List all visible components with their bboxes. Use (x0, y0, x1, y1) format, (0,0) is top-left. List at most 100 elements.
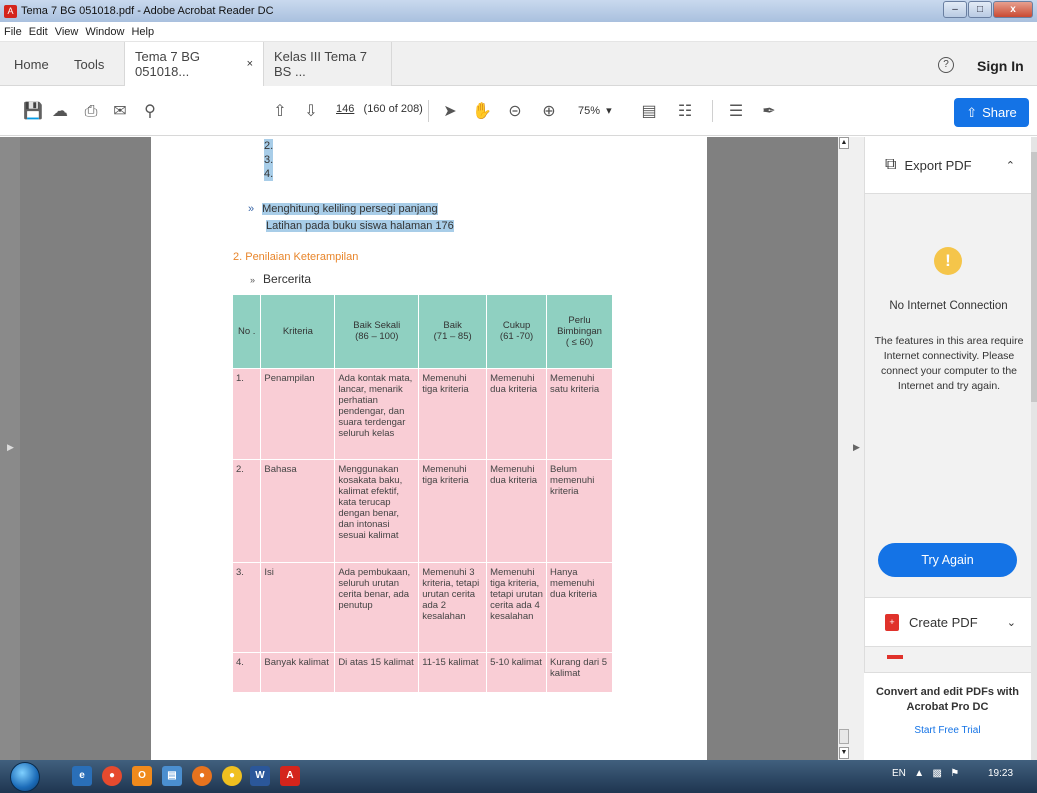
save-icon[interactable]: 💾 (23, 103, 43, 121)
zoom-in-icon[interactable]: ⊕ (540, 103, 558, 121)
table-cell: 2. (233, 458, 262, 562)
pane-scroll-thumb[interactable] (1031, 152, 1037, 402)
sign-in-link[interactable]: Sign In (977, 58, 1024, 74)
menu-help[interactable]: Help (131, 26, 154, 38)
left-panel-toggle[interactable]: ▶ (0, 137, 20, 760)
comment-icon[interactable]: ☰ (727, 103, 745, 121)
start-button[interactable] (10, 762, 40, 792)
page-indicator[interactable]: 146 (160 of 208) (336, 103, 423, 115)
menu-view[interactable]: View (55, 26, 79, 38)
email-icon[interactable]: ✉ (111, 103, 129, 121)
search-icon[interactable]: ⚲ (141, 103, 159, 121)
export-pdf-header[interactable]: ⧉ Export PDF ⌃ (865, 137, 1031, 194)
scroll-thumb[interactable] (839, 729, 849, 744)
tab-home[interactable]: Home (14, 42, 49, 86)
next-tool-icon (887, 655, 903, 659)
action-center-flag-icon[interactable]: ⚑ (950, 768, 959, 779)
menu-edit[interactable]: Edit (29, 26, 48, 38)
create-pdf-label: Create PDF (909, 614, 978, 630)
tab-tools[interactable]: Tools (74, 42, 104, 86)
table-cell: Di atas 15 kalimat (334, 651, 420, 692)
table-header: No . (233, 295, 262, 368)
window-title: Tema 7 BG 051018.pdf - Adobe Acrobat Rea… (21, 5, 274, 17)
pane-scrollbar[interactable] (1031, 137, 1037, 760)
acrobat-pro-promo: Convert and edit PDFs with Acrobat Pro D… (864, 672, 1031, 760)
previous-page-icon[interactable]: ⇧ (271, 103, 289, 121)
zoom-select[interactable]: 75% ▾ (578, 104, 612, 117)
table-row: 1. Penampilan Ada kontak mata, lancar, m… (233, 367, 613, 459)
bullet-text: Latihan pada buku siswa halaman 176 (266, 220, 454, 232)
start-free-trial-link[interactable]: Start Free Trial (864, 725, 1031, 736)
print-icon[interactable]: ⎙ (82, 103, 100, 121)
acrobat-taskbar-icon[interactable]: A (280, 766, 300, 786)
bullet-icon: » (248, 203, 255, 215)
right-panel-toggle[interactable]: ▶ (850, 137, 864, 760)
no-internet-heading: No Internet Connection (889, 300, 1008, 312)
show-hidden-icons-icon[interactable]: ▲ (914, 768, 924, 779)
sub-heading-text: Bercerita (263, 272, 312, 286)
tab-document-1-label: Tema 7 BG 051018... (135, 49, 201, 79)
table-row: 4. Banyak kalimat Di atas 15 kalimat 11-… (233, 651, 613, 692)
minimize-button[interactable]: – (943, 1, 967, 18)
table-cell: Memenuhi dua kriteria (486, 458, 548, 562)
close-tab-icon[interactable]: × (247, 58, 253, 70)
language-indicator[interactable]: EN (892, 768, 906, 779)
chevron-up-icon[interactable]: ⌃ (1006, 159, 1015, 172)
menu-file[interactable]: File (4, 26, 22, 38)
table-header: Baik (71 – 85) (418, 295, 488, 368)
hand-tool-icon[interactable]: ✋ (472, 103, 492, 121)
share-button[interactable]: ⇧ Share (954, 98, 1029, 127)
table-cell: Belum memenuhi kriteria (546, 458, 613, 562)
chrome-icon[interactable]: ● (102, 766, 122, 786)
help-icon[interactable]: ? (938, 57, 954, 73)
try-again-button[interactable]: Try Again (878, 543, 1017, 577)
page-fit-icon[interactable]: ▤ (640, 103, 658, 121)
table-header: Baik Sekali (86 – 100) (334, 295, 420, 368)
tab-document-1[interactable]: Tema 7 BG 051018... × (124, 42, 264, 86)
word-icon[interactable]: W (250, 766, 270, 786)
pen-sign-icon[interactable]: ✒ (760, 103, 778, 121)
table-cell: Penampilan (260, 367, 336, 459)
chevron-down-icon[interactable]: ⌄ (1007, 616, 1016, 629)
app-icon[interactable]: ● (222, 766, 242, 786)
clock[interactable]: 19:23 (988, 768, 1013, 779)
document-scrollbar[interactable]: ▲ ▼ (838, 137, 850, 760)
tab-bar: Home Tools Tema 7 BG 051018... × Kelas I… (0, 42, 1037, 86)
warning-icon: ! (934, 247, 962, 275)
file-explorer-icon[interactable]: ▤ (162, 766, 182, 786)
create-pdf-icon: + (885, 613, 899, 631)
menu-window[interactable]: Window (85, 26, 124, 38)
table-cell: Memenuhi tiga kriteria (418, 458, 488, 562)
table-cell: Bahasa (260, 458, 336, 562)
create-pdf-header[interactable]: + Create PDF ⌄ (865, 597, 1032, 647)
firefox-icon[interactable]: ● (192, 766, 212, 786)
table-cell: Memenuhi tiga kriteria, tetapi urutan ce… (486, 561, 548, 652)
scroll-mode-icon[interactable]: ☷ (676, 103, 694, 121)
internet-explorer-icon[interactable]: e (72, 766, 92, 786)
table-cell: Banyak kalimat (260, 651, 336, 692)
zoom-out-icon[interactable]: ⊝ (506, 103, 524, 121)
tab-document-2[interactable]: Kelas III Tema 7 BS ... (264, 42, 392, 86)
section-heading: 2. Penilaian Keterampilan (233, 251, 359, 263)
share-label: Share (982, 105, 1017, 120)
scroll-up-icon[interactable]: ▲ (839, 137, 849, 149)
select-cursor-icon[interactable]: ➤ (441, 103, 459, 121)
upload-cloud-icon[interactable]: ☁ (51, 103, 69, 121)
table-cell: Kurang dari 5 kalimat (546, 651, 613, 692)
page-number-input[interactable]: 146 (336, 103, 354, 115)
promo-title: Convert and edit PDFs with Acrobat Pro D… (875, 686, 1019, 713)
network-icon[interactable]: ▩ (933, 768, 942, 779)
scroll-down-icon[interactable]: ▼ (839, 747, 849, 759)
office-icon[interactable]: O (132, 766, 152, 786)
tools-pane: ⧉ Export PDF ⌃ ! No Internet Connection … (864, 137, 1032, 760)
next-page-icon[interactable]: ⇩ (302, 103, 320, 121)
table-header: Kriteria (260, 295, 336, 368)
tab-tools-label: Tools (74, 56, 105, 72)
table-cell: Isi (260, 561, 336, 652)
no-internet-message: The features in this area require Intern… (874, 335, 1024, 392)
maximize-button[interactable]: □ (968, 1, 992, 18)
page-count: (160 of 208) (363, 103, 423, 115)
table-cell: Memenuhi satu kriteria (546, 367, 613, 459)
list-number: 2. (264, 139, 274, 153)
close-button[interactable]: x (993, 1, 1033, 18)
